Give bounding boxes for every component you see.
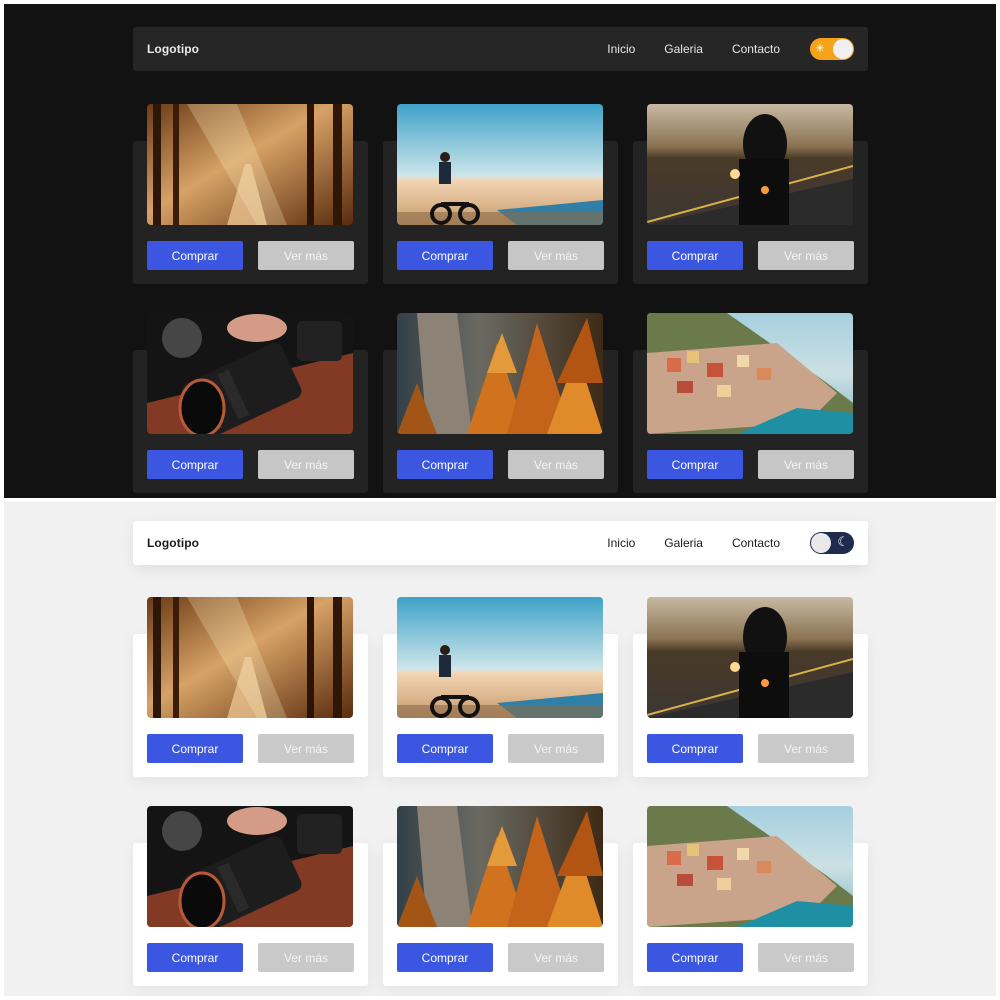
logo[interactable]: Logotipo (147, 42, 199, 56)
sun-icon: ☀ (815, 43, 825, 55)
product-card: Comprar Ver más (633, 806, 868, 986)
camera-lens-photo[interactable] (147, 313, 353, 434)
product-card: Comprar Ver más (383, 313, 618, 493)
toggle-knob (811, 533, 831, 553)
forest-path-photo[interactable] (147, 104, 353, 225)
buy-button[interactable]: Comprar (647, 943, 743, 972)
motorcycle-rider-photo[interactable] (647, 597, 853, 718)
camera-lens-photo[interactable] (147, 806, 353, 927)
buy-button[interactable]: Comprar (647, 241, 743, 270)
forest-path-photo[interactable] (147, 597, 353, 718)
see-more-button[interactable]: Ver más (508, 734, 604, 763)
autumn-cliff-photo[interactable] (397, 806, 603, 927)
beach-ebike-rider-photo[interactable] (397, 597, 603, 718)
light-theme-preview: Logotipo Inicio Galeria Contacto ☾ Compr… (4, 502, 996, 996)
see-more-button[interactable]: Ver más (258, 241, 354, 270)
nav-link-inicio[interactable]: Inicio (607, 42, 635, 56)
coastal-village-photo[interactable] (647, 313, 853, 434)
theme-toggle[interactable]: ☾ (810, 532, 854, 554)
buy-button[interactable]: Comprar (147, 734, 243, 763)
see-more-button[interactable]: Ver más (508, 450, 604, 479)
see-more-button[interactable]: Ver más (758, 734, 854, 763)
see-more-button[interactable]: Ver más (508, 241, 604, 270)
product-card: Comprar Ver más (133, 806, 368, 986)
buy-button[interactable]: Comprar (397, 734, 493, 763)
motorcycle-rider-photo[interactable] (647, 104, 853, 225)
nav-links: Inicio Galeria Contacto (607, 536, 780, 550)
product-card: Comprar Ver más (633, 313, 868, 493)
product-card: Comprar Ver más (383, 806, 618, 986)
product-card: Comprar Ver más (383, 597, 618, 777)
see-more-button[interactable]: Ver más (758, 450, 854, 479)
see-more-button[interactable]: Ver más (758, 241, 854, 270)
toggle-knob (833, 39, 853, 59)
product-card: Comprar Ver más (633, 597, 868, 777)
moon-icon: ☾ (837, 534, 849, 549)
nav-link-galeria[interactable]: Galeria (664, 536, 703, 550)
buy-button[interactable]: Comprar (147, 943, 243, 972)
coastal-village-photo[interactable] (647, 806, 853, 927)
buy-button[interactable]: Comprar (147, 241, 243, 270)
nav-link-contacto[interactable]: Contacto (732, 536, 780, 550)
buy-button[interactable]: Comprar (397, 241, 493, 270)
see-more-button[interactable]: Ver más (508, 943, 604, 972)
nav-links: Inicio Galeria Contacto (607, 42, 780, 56)
theme-toggle[interactable]: ☀ (810, 38, 854, 60)
navbar: Logotipo Inicio Galeria Contacto ☀ (133, 27, 868, 71)
buy-button[interactable]: Comprar (397, 943, 493, 972)
product-card: Comprar Ver más (633, 104, 868, 284)
buy-button[interactable]: Comprar (647, 450, 743, 479)
buy-button[interactable]: Comprar (397, 450, 493, 479)
nav-link-inicio[interactable]: Inicio (607, 536, 635, 550)
nav-link-galeria[interactable]: Galeria (664, 42, 703, 56)
product-card: Comprar Ver más (383, 104, 618, 284)
see-more-button[interactable]: Ver más (758, 943, 854, 972)
product-card: Comprar Ver más (133, 104, 368, 284)
logo[interactable]: Logotipo (147, 536, 199, 550)
see-more-button[interactable]: Ver más (258, 943, 354, 972)
buy-button[interactable]: Comprar (147, 450, 243, 479)
buy-button[interactable]: Comprar (647, 734, 743, 763)
see-more-button[interactable]: Ver más (258, 450, 354, 479)
nav-link-contacto[interactable]: Contacto (732, 42, 780, 56)
autumn-cliff-photo[interactable] (397, 313, 603, 434)
product-card: Comprar Ver más (133, 597, 368, 777)
dark-theme-preview: Logotipo Inicio Galeria Contacto ☀ Compr… (4, 4, 996, 498)
see-more-button[interactable]: Ver más (258, 734, 354, 763)
product-card: Comprar Ver más (133, 313, 368, 493)
navbar: Logotipo Inicio Galeria Contacto ☾ (133, 521, 868, 565)
beach-ebike-rider-photo[interactable] (397, 104, 603, 225)
